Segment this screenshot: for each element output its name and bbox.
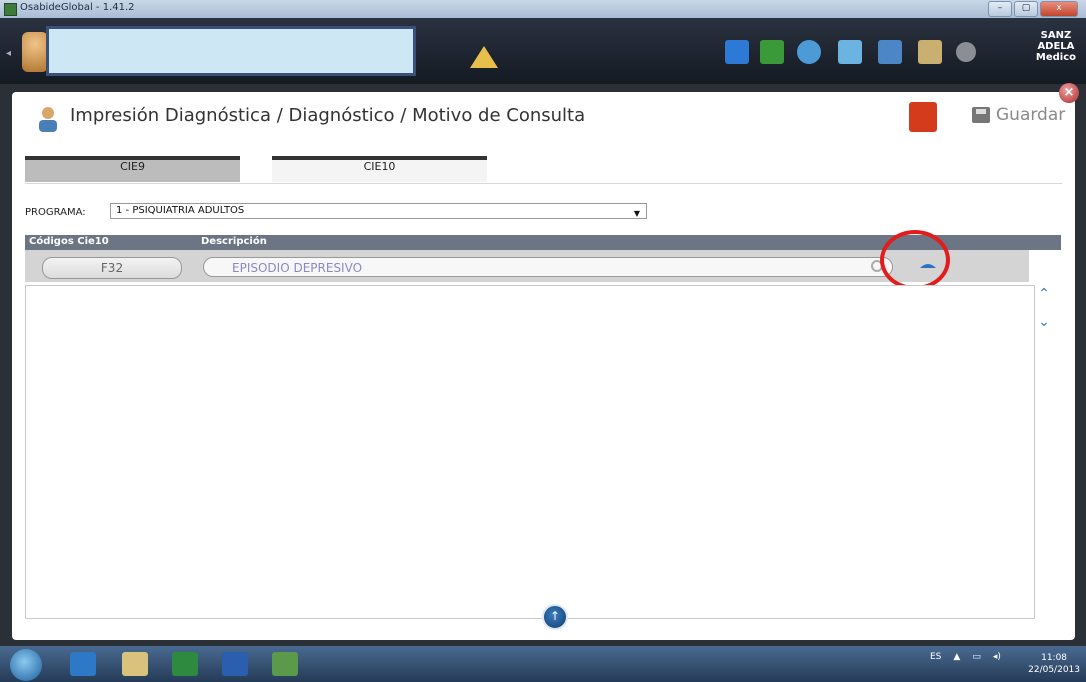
app-icon — [4, 3, 17, 16]
current-user: SANZ ADELA Medico — [1036, 30, 1076, 63]
close-window-button[interactable]: x — [1040, 1, 1078, 17]
window-controls: – ▢ x — [988, 1, 1078, 17]
diagnosis-edit-row: F32 EPISODIO DEPRESIVO — [25, 250, 1029, 282]
document-icon[interactable] — [878, 40, 902, 64]
save-button[interactable]: Guardar — [972, 105, 1065, 125]
monitor-icon[interactable] — [838, 40, 862, 64]
alert-triangle-icon[interactable] — [470, 46, 498, 68]
window-titlebar: OsabideGlobal - 1.41.2 – ▢ x — [0, 0, 1086, 18]
app-toolbar: ◂ SANZ ADELA Medico — [0, 18, 1086, 84]
network-icon[interactable]: ▭ — [972, 652, 981, 662]
explorer-icon[interactable] — [122, 652, 148, 676]
system-tray: ES ▲ ▭ ◂) — [930, 652, 1001, 662]
minimize-button[interactable]: – — [988, 1, 1012, 17]
column-header-description: Descripción — [201, 236, 267, 247]
language-indicator[interactable]: ES — [930, 652, 941, 662]
checklist-icon[interactable] — [760, 40, 784, 64]
maximize-button[interactable]: ▢ — [1014, 1, 1038, 17]
clock-time: 11:08 — [1041, 653, 1068, 663]
tab-cie10[interactable]: CIE10 — [272, 156, 487, 182]
tray-expand-icon[interactable]: ▲ — [953, 652, 960, 662]
scroll-down-icon[interactable]: ⌄ — [1034, 315, 1054, 329]
tab-cie9[interactable]: CIE9 — [25, 156, 240, 182]
chevron-down-icon: ▼ — [633, 209, 640, 218]
gear-icon[interactable] — [956, 42, 976, 62]
patient-info-redacted — [46, 26, 416, 76]
start-button-icon[interactable] — [10, 649, 42, 681]
close-panel-icon[interactable]: × — [1059, 83, 1079, 103]
chart-app-icon[interactable] — [272, 652, 298, 676]
s-app-icon[interactable] — [725, 40, 749, 64]
collapse-arrow-icon[interactable]: ◂ — [6, 48, 11, 59]
upload-arrow-icon[interactable]: ↑ — [542, 604, 568, 630]
tab-divider — [25, 183, 1062, 184]
doctor-icon — [39, 107, 57, 132]
floppy-disk-icon — [972, 107, 990, 123]
user-firstname: ADELA — [1037, 41, 1075, 52]
diagnosis-list[interactable] — [25, 285, 1035, 619]
description-field[interactable]: EPISODIO DEPRESIVO — [203, 257, 893, 277]
user-surname: SANZ — [1040, 30, 1072, 41]
programa-label: PROGRAMA: — [25, 207, 86, 218]
user-role: Medico — [1035, 52, 1076, 63]
accessibility-icon[interactable] — [909, 102, 937, 132]
diagnosis-panel: Impresión Diagnóstica / Diagnóstico / Mo… — [12, 92, 1075, 640]
window-title: OsabideGlobal - 1.41.2 — [20, 2, 135, 13]
taskbar: ES ▲ ▭ ◂) 11:08 22/05/2013 — [0, 646, 1086, 682]
word-icon[interactable] — [222, 652, 248, 676]
clock-date: 22/05/2013 — [1028, 665, 1080, 675]
column-header-codes: Códigos Cie10 — [29, 236, 109, 247]
patient-avatar-icon — [22, 32, 48, 72]
volume-icon[interactable]: ◂) — [993, 652, 1001, 662]
excel-icon[interactable] — [172, 652, 198, 676]
folder-icon[interactable] — [918, 40, 942, 64]
programa-value: 1 - PSIQUIATRIA ADULTOS — [116, 205, 245, 216]
code-field[interactable]: F32 — [42, 257, 182, 279]
clock[interactable]: 11:08 22/05/2013 — [1028, 652, 1080, 676]
page-title: Impresión Diagnóstica / Diagnóstico / Mo… — [70, 105, 586, 126]
programa-select[interactable]: 1 - PSIQUIATRIA ADULTOS ▼ — [110, 203, 647, 219]
save-label: Guardar — [996, 105, 1066, 125]
doctor-icon[interactable] — [797, 40, 821, 64]
red-annotation-circle — [880, 230, 950, 290]
scroll-up-icon[interactable]: ⌃ — [1034, 287, 1054, 301]
ie-icon[interactable] — [70, 652, 96, 676]
